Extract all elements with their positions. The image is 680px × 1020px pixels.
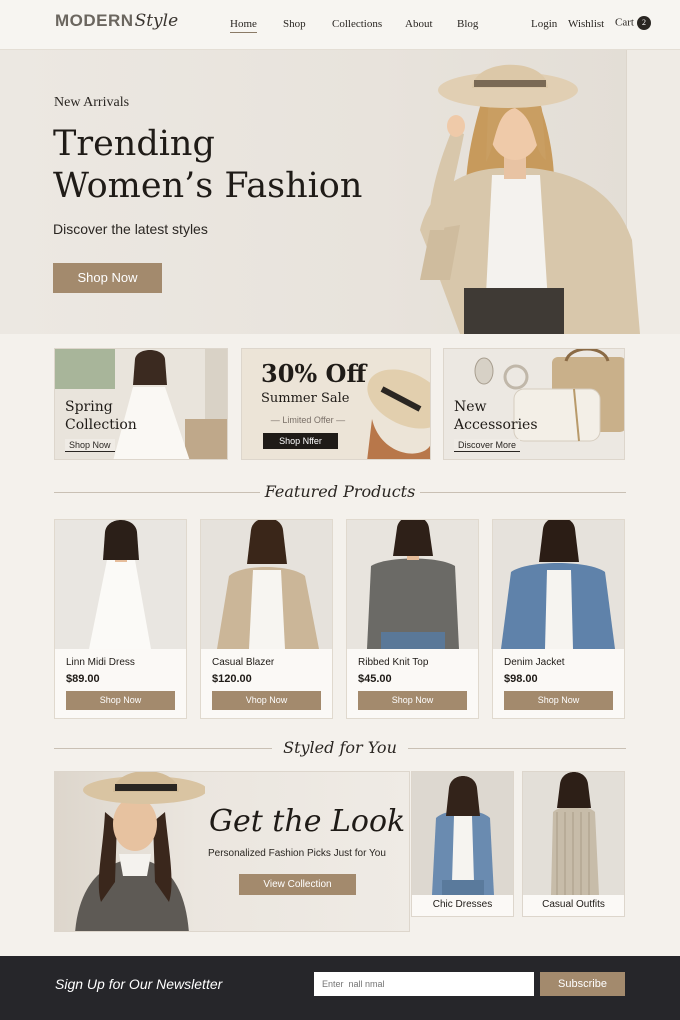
wishlist-link[interactable]: Wishlist [568,18,604,30]
styled-for-you-title: Styled for You [283,738,397,757]
newsletter-title: Sign Up for Our Newsletter [55,976,223,992]
hero-shop-now-button[interactable]: Shop Now [53,263,162,293]
logo[interactable]: MODERN Style [55,11,178,31]
promo-spring-title-line2: Collection [65,417,137,433]
promo-new-accessories[interactable]: New Accessories Discover More [443,348,625,460]
get-the-look-subtitle: Personalized Fashion Picks Just for You [208,848,386,859]
promo-sale-title: Summer Sale [261,391,350,406]
hero-title-line1: Trending [53,124,215,164]
product-card[interactable]: Denim Jacket $98.00 Shop Now [492,519,625,719]
casual-outfits-label: Casual Outfits [542,899,605,910]
view-collection-button[interactable]: View Collection [239,874,356,895]
product-price: $98.00 [504,673,538,685]
hero-model-image [420,64,640,334]
newsletter-footer: Sign Up for Our Newsletter Subscribe [0,956,680,1020]
product-name: Ribbed Knit Top [358,657,429,668]
product-price: $45.00 [358,673,392,685]
promo-accessories-title: New Accessories [454,398,538,434]
casual-outfits-image [523,772,624,895]
logo-text: MODERN [55,11,134,30]
featured-products-heading: Featured Products [54,482,626,502]
product-blazer-image [201,520,332,649]
product-denim-jacket-image [493,520,624,649]
nav-blog[interactable]: Blog [457,18,478,30]
product-card[interactable]: Casual Blazer $120.00 Vhop Now [200,519,333,719]
product-card[interactable]: Linn Midi Dress $89.00 Shop Now [54,519,187,719]
promo-accessories-title-line2: Accessories [454,417,538,433]
product-shop-now-button[interactable]: Vhop Now [212,691,321,710]
promo-sale-button[interactable]: Shop Nffer [263,433,338,449]
product-name: Denim Jacket [504,657,565,668]
hero-title-line2: Women’s Fashion [53,166,363,206]
product-name: Linn Midi Dress [66,657,135,668]
collection-tile-chic-dresses[interactable]: Chic Dresses [411,771,514,917]
newsletter-email-input[interactable] [314,972,534,996]
product-card[interactable]: Ribbed Knit Top $45.00 Shop Now [346,519,479,719]
nav-home[interactable]: Home [230,18,257,33]
nav-about[interactable]: About [405,18,433,30]
product-shop-now-button[interactable]: Shop Now [66,691,175,710]
login-link[interactable]: Login [531,18,557,30]
nav-shop[interactable]: Shop [283,18,306,30]
hero-title: Trending Women’s Fashion [53,123,413,207]
product-knit-top-image [347,520,478,649]
get-the-look-banner[interactable]: Get the Look Personalized Fashion Picks … [54,771,410,932]
cart-count-badge: 2 [636,16,651,30]
promo-sale-headline: 30% Off [261,359,367,388]
promo-spring-title-line1: Spring [65,399,113,415]
subscribe-button[interactable]: Subscribe [540,972,625,996]
promo-spring-title: Spring Collection [65,398,137,434]
hero-description: Discover the latest styles [53,221,208,237]
product-shop-now-button[interactable]: Shop Now [358,691,467,710]
product-shop-now-button[interactable]: Shop Now [504,691,613,710]
promo-sale-note: — Limited Offer — [270,415,346,425]
logo-script: Style [134,11,179,31]
cart-label: Cart [615,16,634,29]
hero-subtitle: New Arrivals [54,95,130,110]
promo-accessories-discover-link[interactable]: Discover More [454,439,521,452]
chic-dresses-label: Chic Dresses [432,899,493,910]
hero-banner: New Arrivals Trending Women’s Fashion Di… [0,50,680,334]
promo-spring-shop-link[interactable]: Shop Now [65,439,115,452]
promo-spring-collection[interactable]: Spring Collection Shop Now [54,348,228,460]
get-the-look-title: Get the Look [209,804,406,839]
promo-summer-sale[interactable]: 30% Off Summer Sale — Limited Offer — Sh… [241,348,431,460]
nav-collections[interactable]: Collections [332,18,382,30]
cart-link[interactable]: Cart 2 [615,16,651,30]
featured-products-title: Featured Products [264,482,416,501]
product-price: $89.00 [66,673,100,685]
promo-accessories-title-line1: New [454,399,487,415]
get-the-look-model-image [75,772,205,931]
site-header: MODERN Style Home Shop Collections About… [0,0,680,50]
styled-for-you-heading: Styled for You [54,738,626,758]
product-name: Casual Blazer [212,657,275,668]
collection-tile-casual-outfits[interactable]: Casual Outfits [522,771,625,917]
chic-dresses-image [412,772,513,895]
product-price: $120.00 [212,673,252,685]
promo-sale-note-text: Limited Offer [282,415,334,425]
product-dress-image [55,520,186,649]
